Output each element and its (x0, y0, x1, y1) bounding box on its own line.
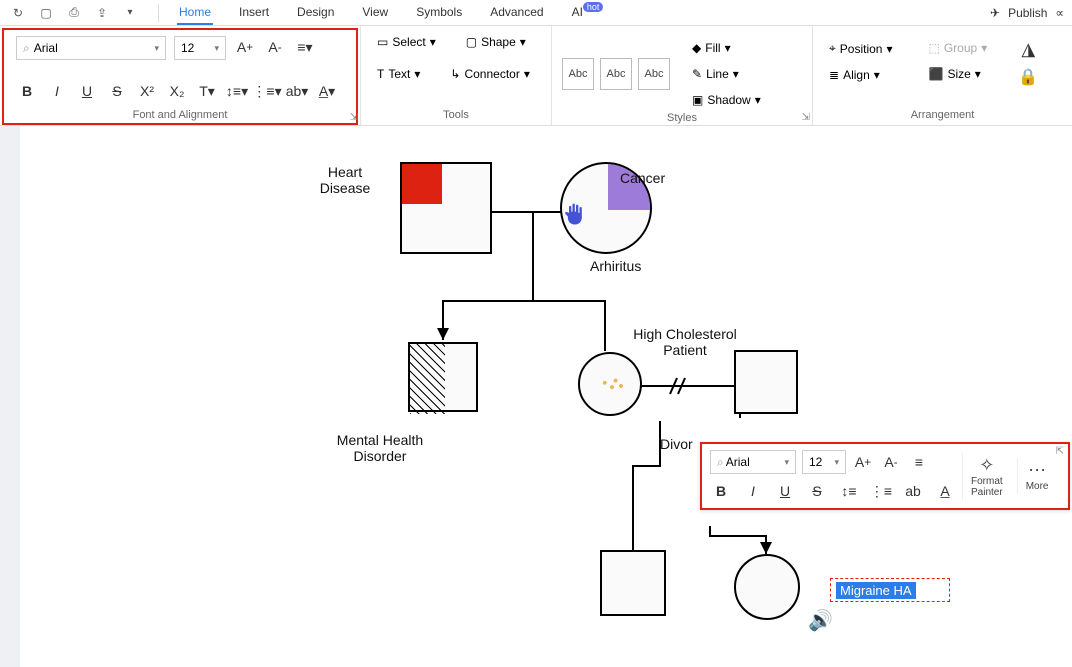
label-heart-disease: Heart Disease (300, 164, 390, 196)
group-button[interactable]: ⬚ Group▾ (923, 38, 994, 58)
position-button[interactable]: ⌖ Position▾ (823, 38, 899, 59)
node-high-cholesterol[interactable] (578, 352, 642, 416)
launcher-styles-icon[interactable]: ⇲ (802, 112, 810, 123)
bold-icon[interactable]: B (16, 80, 38, 102)
print-icon[interactable]: ⎙ (64, 3, 84, 23)
style-preset-2[interactable]: Abc (600, 58, 632, 90)
node-child-square[interactable] (600, 550, 666, 616)
float-italic-icon[interactable]: I (742, 480, 764, 502)
style-preset-1[interactable]: Abc (562, 58, 594, 90)
publish-button[interactable]: Publish (1008, 6, 1047, 20)
float-inc-font-icon[interactable]: A+ (852, 451, 874, 473)
label-arhiritus: Arhiritus (590, 258, 641, 274)
superscript-icon[interactable]: X² (136, 80, 158, 102)
group-label-arrangement: Arrangement (823, 107, 1062, 123)
strikethrough-icon[interactable]: S (106, 80, 128, 102)
float-font-color-icon[interactable]: A (934, 480, 956, 502)
case-icon[interactable]: ab▾ (286, 80, 308, 102)
float-spacing-icon[interactable]: ↕≡ (838, 480, 860, 502)
tab-symbols[interactable]: Symbols (414, 1, 464, 25)
font-color-icon[interactable]: A▾ (316, 80, 338, 102)
tab-home[interactable]: Home (177, 1, 213, 25)
text-button[interactable]: T Text ▾ (371, 64, 426, 84)
separator (158, 4, 159, 22)
save-icon[interactable]: ▢ (36, 3, 56, 23)
float-align-icon[interactable]: ≡ (908, 451, 930, 473)
float-case-icon[interactable]: ab (902, 480, 924, 502)
format-painter-button[interactable]: ✧ Format Painter (962, 453, 1011, 500)
align-button[interactable]: ≣ Align▾ (823, 65, 899, 85)
label-cancer: Cancer (620, 170, 665, 186)
hot-badge: hot (583, 2, 604, 12)
node-heart-disease[interactable] (400, 162, 492, 254)
tab-advanced[interactable]: Advanced (488, 1, 545, 25)
clear-format-icon[interactable]: T▾ (196, 80, 218, 102)
label-divor: Divor (660, 436, 693, 452)
more-button[interactable]: ⋯ More (1017, 458, 1057, 494)
hand-icon (562, 200, 590, 228)
group-label-tools: Tools (371, 107, 541, 123)
font-name-combo[interactable]: ⌕Arial▾ (16, 36, 166, 60)
line-spacing-icon[interactable]: ↕≡▾ (226, 80, 248, 102)
float-bullets-icon[interactable]: ⋮≡ (870, 480, 892, 502)
share-icon[interactable]: ∝ (1055, 6, 1064, 20)
italic-icon[interactable]: I (46, 80, 68, 102)
node-migraine[interactable] (734, 554, 800, 620)
float-font-name[interactable]: ⌕Arial▾ (710, 450, 796, 474)
launcher-icon[interactable]: ⇲ (350, 112, 358, 123)
decrease-font-icon[interactable]: A- (264, 36, 286, 58)
float-font-size[interactable]: 12▾ (802, 450, 846, 474)
flip-icon[interactable]: ◮ (1017, 38, 1039, 60)
node-partner-right[interactable] (734, 350, 798, 414)
redo-icon[interactable]: ↻ (8, 3, 28, 23)
floating-format-toolbar: ⌕Arial▾ 12▾ A+ A- ≡ B I U S ↕≡ ⋮≡ ab A (700, 442, 1070, 510)
lock-icon[interactable]: 🔒 (1017, 66, 1039, 88)
tab-insert[interactable]: Insert (237, 1, 271, 25)
select-button[interactable]: ▭ Select ▾ (371, 32, 442, 52)
float-underline-icon[interactable]: U (774, 480, 796, 502)
tab-ai[interactable]: AIhot (570, 1, 606, 25)
line-button[interactable]: ✎ Line ▾ (686, 64, 767, 84)
style-preset-3[interactable]: Abc (638, 58, 670, 90)
float-strike-icon[interactable]: S (806, 480, 828, 502)
ruler-gutter (0, 126, 20, 667)
export-icon[interactable]: ⇪ (92, 3, 112, 23)
font-size-combo[interactable]: 12▾ (174, 36, 226, 60)
tab-view[interactable]: View (360, 1, 390, 25)
speaker-icon: 🔊 (808, 608, 833, 633)
shape-button[interactable]: ▢ Shape ▾ (460, 32, 532, 52)
underline-icon[interactable]: U (76, 80, 98, 102)
node-mental-health[interactable] (408, 342, 478, 412)
align-icon[interactable]: ≡▾ (294, 36, 316, 58)
bullets-icon[interactable]: ⋮≡▾ (256, 80, 278, 102)
editing-text[interactable]: Migraine HA (836, 582, 916, 599)
shadow-button[interactable]: ▣ Shadow ▾ (686, 90, 767, 110)
float-dec-font-icon[interactable]: A- (880, 451, 902, 473)
label-mental-health: Mental Health Disorder (320, 432, 440, 464)
increase-font-icon[interactable]: A+ (234, 36, 256, 58)
tab-design[interactable]: Design (295, 1, 336, 25)
group-label-font: Font and Alignment (10, 107, 350, 123)
pin-icon[interactable]: ⇱ (1056, 446, 1064, 457)
overflow-icon[interactable]: ▾ (120, 3, 140, 23)
connector-button[interactable]: ↳ Connector ▾ (444, 64, 535, 84)
group-label-styles: Styles (562, 110, 802, 126)
fill-button[interactable]: ◆ Fill ▾ (686, 38, 767, 58)
size-button[interactable]: ⬛ Size▾ (923, 64, 994, 84)
float-bold-icon[interactable]: B (710, 480, 732, 502)
subscript-icon[interactable]: X₂ (166, 80, 188, 102)
label-high-cholesterol: High Cholesterol Patient (620, 326, 750, 358)
publish-icon: ✈ (990, 6, 1000, 20)
